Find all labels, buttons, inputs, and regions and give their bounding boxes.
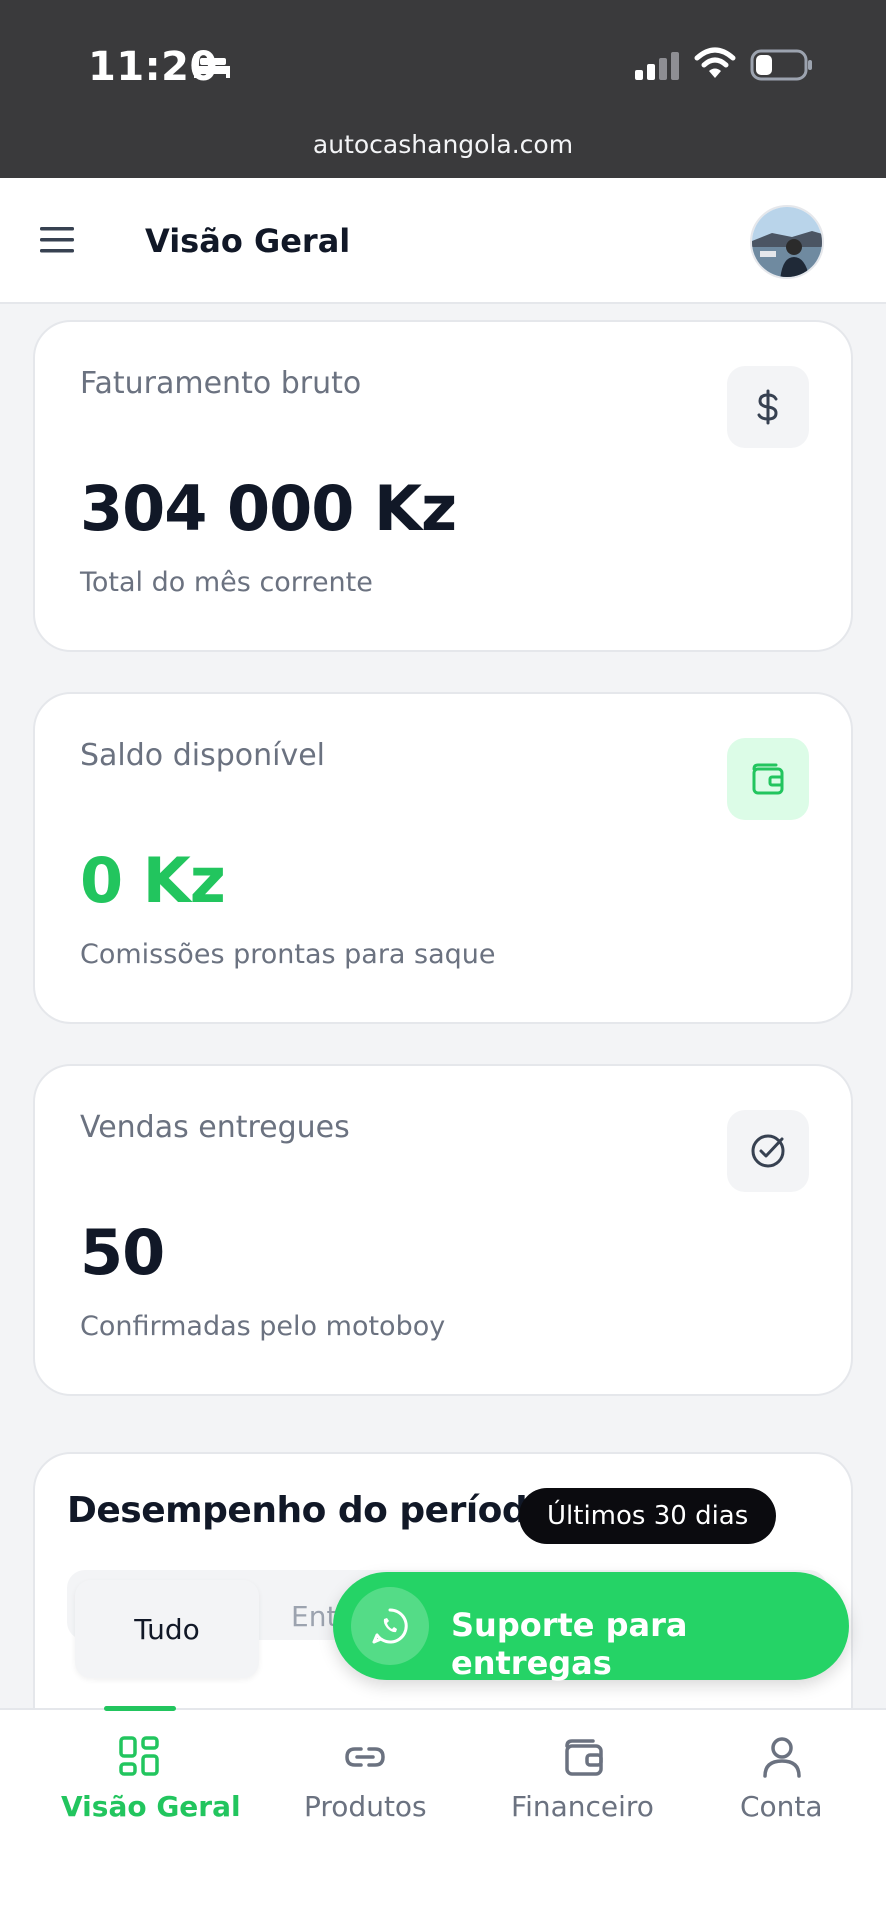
nav-label: Visão Geral	[61, 1790, 241, 1823]
avatar[interactable]	[750, 205, 824, 279]
card-value: 0 Kz	[80, 844, 226, 917]
app-header: Visão Geral	[0, 178, 886, 304]
bed-icon	[194, 54, 230, 78]
tab-delivered[interactable]: Ent	[291, 1600, 337, 1633]
support-button[interactable]: Suporte para entregas	[333, 1572, 849, 1682]
status-bar: 11:20 autocashangola.com	[0, 0, 886, 178]
active-indicator	[104, 1706, 176, 1711]
delivered-sales-card: Vendas entregues 50 Confirmadas pelo mot…	[33, 1064, 853, 1396]
check-circle-icon	[727, 1110, 809, 1192]
period-badge[interactable]: Últimos 30 dias	[519, 1488, 777, 1544]
nav-item-finance[interactable]: Financeiro	[500, 1710, 680, 1860]
page-title: Visão Geral	[145, 222, 351, 260]
card-subtitle: Comissões prontas para saque	[80, 939, 496, 970]
whatsapp-icon	[351, 1587, 429, 1665]
link-icon	[345, 1747, 385, 1767]
tab-all[interactable]: Tudo	[75, 1580, 259, 1678]
card-label: Faturamento bruto	[80, 366, 362, 401]
nav-label: Produtos	[304, 1790, 427, 1823]
card-label: Vendas entregues	[80, 1110, 350, 1145]
performance-title: Desempenho do período	[67, 1490, 552, 1531]
menu-icon[interactable]	[38, 223, 78, 257]
url-bar[interactable]: autocashangola.com	[0, 130, 886, 159]
grid-icon	[119, 1736, 159, 1776]
card-value: 50	[80, 1216, 165, 1289]
nav-label: Conta	[740, 1790, 823, 1823]
nav-item-products[interactable]: Produtos	[280, 1710, 450, 1860]
wifi-icon	[694, 47, 736, 78]
battery-icon	[750, 49, 812, 81]
nav-item-overview[interactable]: Visão Geral	[0, 1706, 280, 1860]
gross-revenue-card: Faturamento bruto 304 000 Kz Total do mê…	[33, 320, 853, 652]
support-label: Suporte para entregas	[451, 1606, 688, 1682]
nav-item-account[interactable]: Conta	[720, 1710, 860, 1860]
dollar-icon	[727, 366, 809, 448]
card-value: 304 000 Kz	[80, 472, 457, 545]
card-subtitle: Confirmadas pelo motoboy	[80, 1311, 446, 1342]
user-icon	[763, 1737, 801, 1778]
wallet-icon	[727, 738, 809, 820]
signal-icon	[635, 52, 679, 80]
card-label: Saldo disponível	[80, 738, 325, 773]
card-subtitle: Total do mês corrente	[80, 567, 373, 598]
available-balance-card: Saldo disponível 0 Kz Comissões prontas …	[33, 692, 853, 1024]
nav-label: Financeiro	[511, 1790, 654, 1823]
wallet-icon	[565, 1739, 603, 1776]
bottom-nav: Visão Geral Produtos Financeiro Conta	[0, 1706, 886, 1920]
